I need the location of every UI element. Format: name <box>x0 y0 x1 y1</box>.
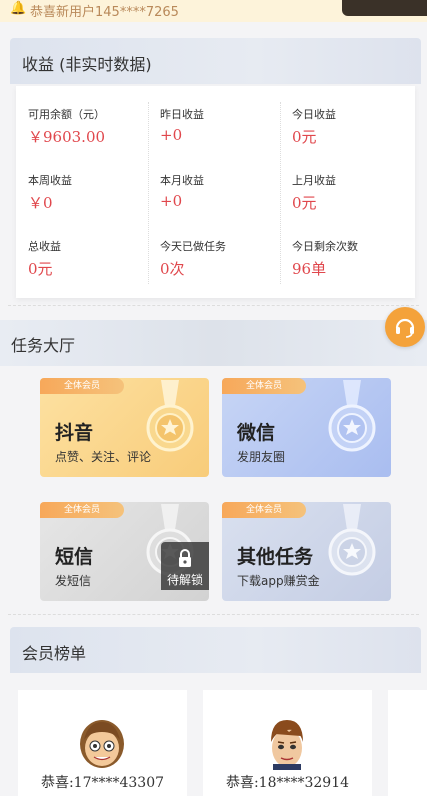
stat-today: 今日收益 0元 <box>292 106 416 147</box>
stat-label: 总收益 <box>28 240 61 253</box>
stat-value: ￥0 <box>28 194 53 212</box>
stat-label: 今日收益 <box>292 108 336 121</box>
medal-blue-icon <box>328 380 376 452</box>
task-subtitle: 发短信 <box>55 574 92 588</box>
member-card: 恭喜:18****32914 <box>203 690 372 796</box>
earnings-title: 收益 (非实时数据) <box>22 55 152 74</box>
lock-icon <box>179 549 191 567</box>
earnings-header: 收益 (非实时数据) <box>10 38 421 84</box>
task-card-other[interactable]: 全体会员 其他任务 下载app赚赏金 <box>222 502 391 601</box>
stat-value: 0元 <box>28 260 53 278</box>
stat-value: 0元 <box>292 128 317 146</box>
members-title: 会员榜单 <box>22 644 87 663</box>
customer-service-button[interactable] <box>385 307 425 347</box>
stat-value: ￥9603.00 <box>28 128 106 146</box>
stat-month: 本月收益 +0 <box>160 172 284 210</box>
stat-label: 昨日收益 <box>160 108 204 121</box>
stat-remaining: 今日剩余次数 96单 <box>292 238 416 279</box>
stat-value: 0次 <box>160 260 185 278</box>
stat-label: 今天已做任务 <box>160 240 226 253</box>
stat-value: 96单 <box>292 260 327 278</box>
stat-value: 0元 <box>292 194 317 212</box>
task-hall-title: 任务大厅 <box>11 336 76 355</box>
task-hall-header: 任务大厅 <box>0 320 427 366</box>
lock-label: 待解锁 <box>166 573 203 587</box>
divider <box>8 305 419 306</box>
member-badge: 全体会员 <box>222 378 306 394</box>
bell-icon: 🔔 <box>10 1 27 16</box>
task-subtitle: 发朋友圈 <box>237 450 286 464</box>
task-card-douyin[interactable]: 全体会员 抖音 点赞、关注、评论 <box>40 378 209 477</box>
stat-label: 可用余额（元） <box>28 108 105 121</box>
earnings-card: 可用余额（元） ￥9603.00 昨日收益 +0 今日收益 0元 本周收益 ￥0… <box>16 86 415 298</box>
notice-bar: 🔔 恭喜新用户145****7265 <box>0 0 427 22</box>
stat-yesterday: 昨日收益 +0 <box>160 106 284 144</box>
member-card: 恭喜:17****43307 <box>18 690 187 796</box>
task-subtitle: 点赞、关注、评论 <box>55 450 152 464</box>
stat-label: 今日剩余次数 <box>292 240 358 253</box>
task-subtitle: 下载app赚赏金 <box>237 574 320 588</box>
member-card-partial <box>388 690 427 796</box>
stat-last-month: 上月收益 0元 <box>292 172 416 213</box>
stat-available-balance: 可用余额（元） ￥9603.00 <box>28 106 152 147</box>
avatar-boy-icon <box>80 720 124 768</box>
task-card-sms[interactable]: 全体会员 短信 发短信 待解锁 <box>40 502 209 601</box>
member-badge: 全体会员 <box>222 502 306 518</box>
stat-value: +0 <box>160 126 183 144</box>
locked-overlay: 待解锁 <box>161 542 209 590</box>
divider <box>8 614 419 615</box>
stat-total: 总收益 0元 <box>28 238 152 279</box>
member-badge: 全体会员 <box>40 502 124 518</box>
task-name: 抖音 <box>55 422 94 444</box>
stat-tasks-done: 今天已做任务 0次 <box>160 238 284 279</box>
stat-value: +0 <box>160 192 183 210</box>
member-badge: 全体会员 <box>40 378 124 394</box>
stat-label: 本周收益 <box>28 174 72 187</box>
member-name: 恭喜:18****32914 <box>225 775 350 791</box>
stat-label: 本月收益 <box>160 174 204 187</box>
members-header: 会员榜单 <box>10 627 421 673</box>
notice-text: 恭喜新用户145****7265 <box>30 5 179 20</box>
notice-overlay <box>342 0 427 16</box>
task-card-wechat[interactable]: 全体会员 微信 发朋友圈 <box>222 378 391 477</box>
task-name: 其他任务 <box>237 546 314 568</box>
task-name: 微信 <box>237 422 276 444</box>
headset-icon <box>395 318 415 338</box>
task-name: 短信 <box>55 546 94 568</box>
avatar-man-icon <box>271 720 303 770</box>
stat-label: 上月收益 <box>292 174 336 187</box>
medal-silver-icon <box>328 504 376 576</box>
member-name: 恭喜:17****43307 <box>40 775 165 791</box>
stat-week: 本周收益 ￥0 <box>28 172 152 213</box>
